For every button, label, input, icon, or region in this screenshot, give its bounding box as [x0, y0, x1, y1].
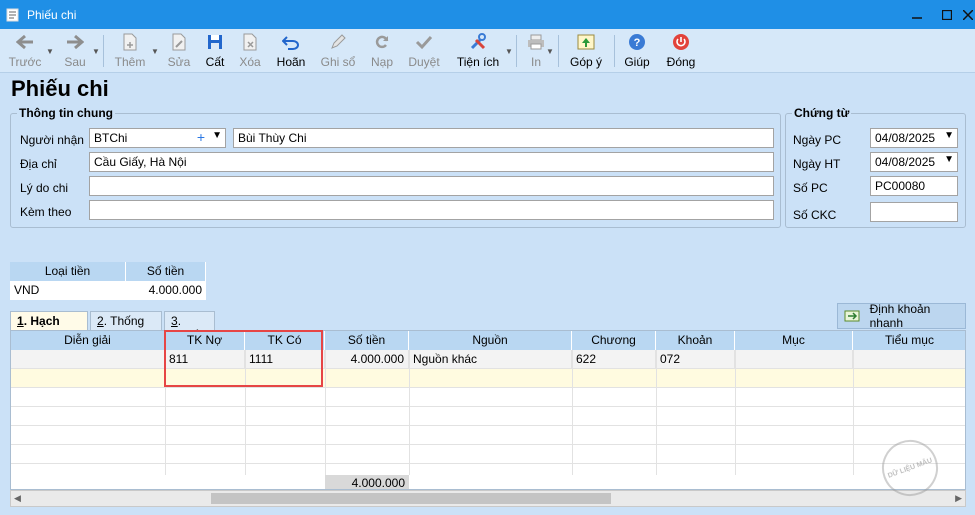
add-button[interactable]: Thêm	[112, 31, 148, 71]
edit-button[interactable]: Sửa	[164, 31, 194, 71]
voucher-number-field[interactable]: PC00080	[870, 176, 958, 196]
horizontal-scrollbar[interactable]: ◀ ▶	[10, 490, 966, 507]
empty-row	[11, 388, 965, 407]
new-entry-row[interactable]	[11, 369, 965, 388]
printer-icon	[528, 34, 544, 50]
add-recipient-icon[interactable]: +	[197, 129, 205, 145]
close-form-button[interactable]: Đóng	[664, 31, 698, 71]
undo-icon	[282, 36, 299, 50]
currency-header: Loại tiền	[10, 262, 126, 281]
help-button[interactable]: ? Giúp	[622, 31, 652, 71]
address-label: Địa chỉ	[20, 157, 57, 171]
column-header-amount[interactable]: Số tiền	[325, 331, 409, 350]
reload-button[interactable]: Nạp	[367, 31, 397, 71]
previous-button[interactable]: Trước	[8, 31, 42, 71]
svg-text:?: ?	[634, 37, 641, 49]
utilities-button[interactable]: Tiện ích	[455, 31, 501, 71]
page-title: Phiếu chi	[11, 76, 109, 101]
arrow-right-icon	[67, 34, 84, 50]
date-ht-label: Ngày HT	[793, 157, 841, 171]
table-row[interactable]: 811 1111 4.000.000 Nguồn khác 622 072	[11, 350, 965, 369]
recipient-code-combo[interactable]: BTChi + ▼	[89, 128, 226, 148]
next-button[interactable]: Sau	[58, 31, 92, 71]
app-icon	[6, 8, 19, 21]
currency-cell[interactable]: VND	[10, 281, 126, 300]
minimize-button[interactable]	[902, 0, 932, 29]
empty-row	[11, 407, 965, 426]
pencil-icon	[331, 34, 346, 49]
post-button[interactable]: Ghi sổ	[318, 31, 358, 71]
date-pc-picker[interactable]: 04/08/2025 ▼	[870, 128, 958, 148]
delete-document-icon	[243, 33, 257, 51]
checkmark-icon	[415, 35, 433, 50]
chevron-down-icon[interactable]: ▼	[944, 130, 954, 141]
attachment-field[interactable]	[89, 200, 774, 220]
toolbar: Trước ▼ Sau ▼ Thêm ▼ Sửa Cất Xóa Hoãn Gh…	[0, 29, 975, 73]
tab-accounting[interactable]: 1. Hạch toán	[10, 311, 88, 342]
tab-tax[interactable]: 3. Thuế	[164, 311, 215, 342]
recipient-label: Người nhận	[20, 133, 84, 147]
postpone-button[interactable]: Hoãn	[274, 31, 308, 71]
feedback-button[interactable]: Góp ý	[566, 31, 606, 71]
save-icon	[208, 35, 222, 49]
window-title: Phiếu chi	[27, 7, 77, 22]
attachment-label: Kèm theo	[20, 205, 72, 219]
reason-field[interactable]	[89, 176, 774, 196]
column-header-subsection[interactable]: Tiểu mục	[853, 331, 965, 350]
approve-button[interactable]: Duyệt	[406, 31, 442, 71]
arrow-left-icon	[16, 34, 33, 50]
address-field[interactable]: Cầu Giấy, Hà Nội	[89, 152, 774, 172]
form-area: Phiếu chi Thông tin chung Người nhận BTC…	[0, 73, 975, 515]
column-header-source[interactable]: Nguồn	[409, 331, 572, 350]
column-header-description[interactable]: Diễn giải	[11, 331, 165, 350]
help-icon: ?	[629, 34, 645, 50]
ckc-number-field[interactable]	[870, 202, 958, 222]
reason-label: Lý do chi	[20, 181, 69, 195]
chevron-down-icon[interactable]: ▼	[212, 130, 222, 141]
highlight-box	[164, 330, 323, 387]
tab-statistics[interactable]: 2. Thống kê	[90, 311, 162, 342]
power-icon	[673, 34, 689, 50]
voucher-number-label: Số PC	[793, 181, 828, 195]
title-bar: Phiếu chi	[0, 0, 975, 29]
chevron-down-icon[interactable]: ▼	[944, 154, 954, 165]
date-ht-picker[interactable]: 04/08/2025 ▼	[870, 152, 958, 172]
column-header-item[interactable]: Khoản	[656, 331, 735, 350]
delete-button[interactable]: Xóa	[235, 31, 265, 71]
amount-header: Số tiền	[126, 262, 206, 281]
total-amount: 4.000.000	[325, 475, 409, 489]
save-button[interactable]: Cất	[200, 31, 230, 71]
quick-entry-icon	[844, 310, 860, 322]
quick-entry-button[interactable]: Định khoản nhanh	[837, 302, 966, 330]
currency-table: Loại tiền Số tiền VND 4.000.000	[10, 262, 206, 300]
empty-row	[11, 445, 965, 464]
date-pc-label: Ngày PC	[793, 133, 842, 147]
refresh-icon	[375, 35, 389, 49]
add-document-icon	[123, 33, 137, 51]
scroll-left-icon[interactable]: ◀	[14, 491, 21, 506]
column-header-chapter[interactable]: Chương	[572, 331, 656, 350]
recipient-name-field[interactable]: Bùi Thùy Chi	[233, 128, 774, 148]
empty-row	[11, 426, 965, 445]
feedback-icon	[577, 34, 595, 50]
edit-document-icon	[172, 33, 186, 51]
accounting-grid: Diễn giải TK Nợ TK Có Số tiền Nguồn Chươ…	[10, 330, 966, 490]
tools-icon	[470, 33, 486, 50]
scroll-thumb[interactable]	[211, 493, 611, 504]
close-button[interactable]	[953, 0, 975, 29]
amount-cell[interactable]: 4.000.000	[126, 281, 206, 300]
scroll-right-icon[interactable]: ▶	[955, 491, 962, 506]
ckc-number-label: Số CKC	[793, 208, 837, 222]
column-header-section[interactable]: Mục	[735, 331, 853, 350]
